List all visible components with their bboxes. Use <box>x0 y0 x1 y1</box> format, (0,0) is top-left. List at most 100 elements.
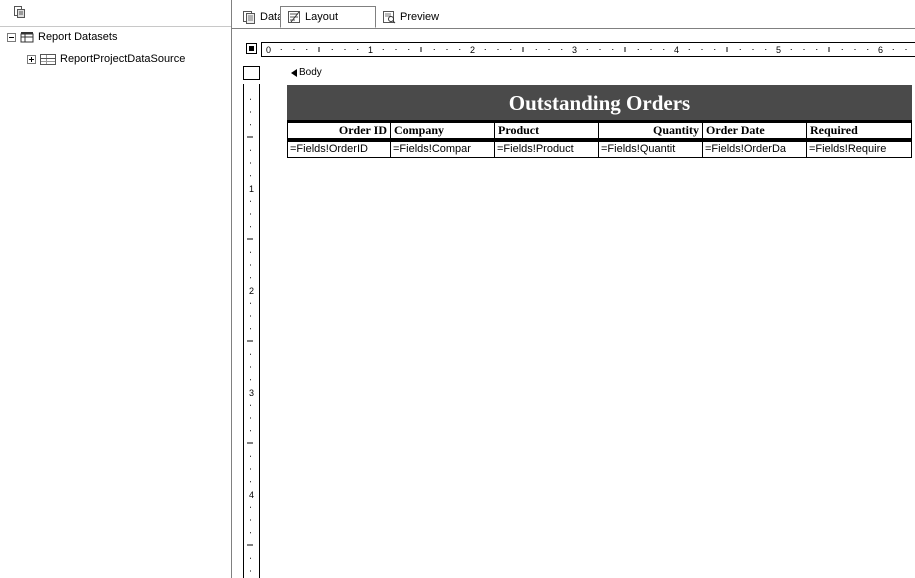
ruler-dot <box>250 251 251 253</box>
ruler-dot <box>250 175 251 177</box>
body-label-text: Body <box>299 67 322 78</box>
ruler-dot <box>250 532 251 534</box>
ruler-dot <box>905 49 907 50</box>
ruler-number: 1 <box>249 184 254 194</box>
ruler-number: 1 <box>368 45 373 55</box>
ruler-number: 2 <box>470 45 475 55</box>
ruler-dot <box>663 49 665 50</box>
ruler-dot <box>250 111 251 113</box>
header-cell-order-id[interactable]: Order ID <box>287 122 390 139</box>
ruler-number: 3 <box>249 388 254 398</box>
tree-item-report-datasets[interactable]: Report Datasets <box>7 30 117 44</box>
ruler-dot <box>250 149 251 151</box>
ruler-dot <box>293 49 295 50</box>
ruler-dot <box>250 162 251 164</box>
ruler-dot <box>344 49 346 50</box>
ruler-dot <box>250 481 251 483</box>
layout-tab-icon <box>288 11 300 23</box>
ruler-dot <box>250 264 251 266</box>
ruler-dot <box>459 49 461 50</box>
ruler-dot <box>250 506 251 508</box>
ruler-dot <box>892 49 894 50</box>
ruler-dot <box>250 200 251 202</box>
ruler-dot <box>599 49 601 50</box>
ruler-dot <box>280 49 282 50</box>
vertical-ruler-top <box>243 66 260 80</box>
ruler-dot <box>510 49 512 50</box>
arrow-left-icon <box>291 68 297 77</box>
ruler-dot <box>867 49 869 50</box>
ruler-dot <box>250 98 251 100</box>
tab-layout[interactable]: Layout <box>280 6 376 28</box>
datasource-icon[interactable] <box>14 6 25 18</box>
tab-data[interactable]: Data <box>242 6 283 28</box>
ruler-dot <box>250 519 251 521</box>
tree-item-reportprojectdatasource[interactable]: ReportProjectDataSource <box>27 52 185 66</box>
datasets-folder-icon <box>20 32 34 43</box>
ruler-dot <box>548 49 550 50</box>
ruler-dot <box>650 49 652 50</box>
ruler-dot <box>790 49 792 50</box>
ruler-dot <box>586 49 588 50</box>
vertical-ruler: 1 2 3 4 <box>232 84 260 578</box>
ruler-dot <box>250 417 251 419</box>
table-header-row: Order ID Company Product Quantity Order … <box>287 122 912 139</box>
ruler-dot <box>714 49 716 50</box>
ruler-dot <box>484 49 486 50</box>
tab-label: Preview <box>400 11 440 23</box>
ruler-number: 6 <box>878 45 883 55</box>
ruler-dot <box>250 226 251 228</box>
select-all-corner[interactable] <box>246 43 257 54</box>
header-cell-product[interactable]: Product <box>494 122 598 139</box>
field-cell-quantity[interactable]: =Fields!Quantit <box>598 141 702 158</box>
ruler-dot <box>701 49 703 50</box>
ruler-number: 2 <box>249 286 254 296</box>
field-cell-order-id[interactable]: =Fields!OrderID <box>287 141 390 158</box>
ruler-dot <box>535 49 537 50</box>
ruler-dot <box>250 455 251 457</box>
tab-preview[interactable]: Preview <box>382 6 439 28</box>
ruler-dot <box>250 315 251 317</box>
horizontal-ruler-ticks: 0 1 2 3 4 5 6 <box>266 45 907 55</box>
tree-item-label: ReportProjectDataSource <box>60 53 186 65</box>
ruler-dot <box>612 49 614 50</box>
table-detail-row: =Fields!OrderID =Fields!Compar =Fields!P… <box>287 141 912 158</box>
expand-icon[interactable] <box>27 54 36 64</box>
ruler-dot <box>765 49 767 50</box>
field-cell-company[interactable]: =Fields!Compar <box>390 141 494 158</box>
ruler-dot <box>497 49 499 50</box>
body-section-header[interactable]: Body <box>261 66 915 82</box>
header-cell-company[interactable]: Company <box>390 122 494 139</box>
collapse-icon[interactable] <box>7 32 16 42</box>
header-cell-order-date[interactable]: Order Date <box>702 122 806 139</box>
ruler-dot <box>752 49 754 50</box>
ruler-dot <box>561 49 563 50</box>
field-cell-order-date[interactable]: =Fields!OrderDa <box>702 141 806 158</box>
ruler-dot <box>408 49 410 50</box>
tree-item-label: Report Datasets <box>38 31 118 43</box>
ruler-dot <box>250 277 251 279</box>
vertical-ruler-ticks: 1 2 3 4 <box>247 98 254 572</box>
ruler-number: 0 <box>266 45 271 55</box>
ruler-number: 4 <box>249 490 254 500</box>
ruler-dot <box>306 49 308 50</box>
data-tab-icon <box>243 11 255 24</box>
ruler-dot <box>816 49 818 50</box>
header-cell-quantity[interactable]: Quantity <box>598 122 702 139</box>
ruler-dot <box>803 49 805 50</box>
field-cell-required[interactable]: =Fields!Require <box>806 141 912 158</box>
field-cell-product[interactable]: =Fields!Product <box>494 141 598 158</box>
ruler-dot <box>250 430 251 432</box>
preview-tab-icon <box>383 11 396 24</box>
ruler-dot <box>688 49 690 50</box>
ruler-dot <box>854 49 856 50</box>
ruler-dot <box>250 468 251 470</box>
header-cell-required[interactable]: Required <box>806 122 912 139</box>
designer-tabs: Data Layout Preview <box>232 0 915 29</box>
ruler-dot <box>841 49 843 50</box>
ruler-dot <box>250 379 251 381</box>
report-title[interactable]: Outstanding Orders <box>287 85 912 121</box>
ruler-number: 5 <box>776 45 781 55</box>
ruler-dot <box>357 49 359 50</box>
table-icon <box>40 53 56 65</box>
